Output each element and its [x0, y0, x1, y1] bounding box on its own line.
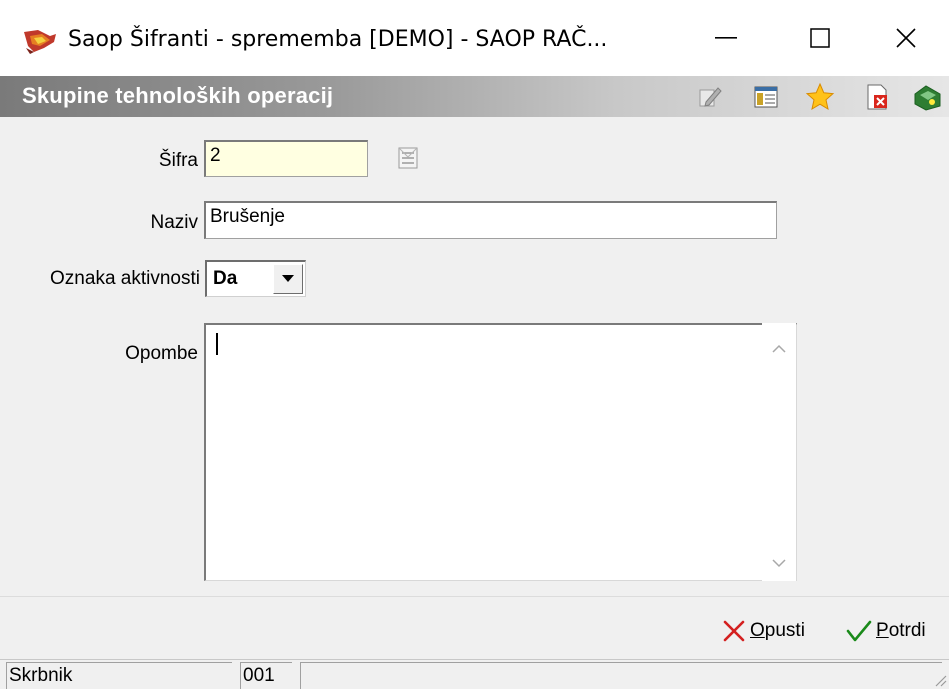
sifra-input[interactable]: 2 — [204, 140, 368, 177]
minimize-button[interactable] — [679, 0, 773, 76]
minimize-icon — [715, 37, 737, 39]
cancel-x-icon — [723, 620, 745, 642]
window-title: Saop Šifranti - sprememba [DEMO] - SAOP … — [68, 27, 608, 52]
confirm-accelerator: P — [876, 620, 889, 641]
naziv-input[interactable]: Brušenje — [204, 201, 777, 239]
opombe-label: Opombe — [125, 343, 198, 364]
chevron-down-icon — [282, 275, 294, 282]
dropdown-button[interactable] — [273, 264, 303, 294]
confirm-label: otrdi — [888, 620, 926, 641]
close-icon — [895, 28, 916, 48]
lookup-icon[interactable] — [396, 145, 420, 171]
saop-app-icon — [24, 30, 56, 54]
form-header: Skupine tehnoloških operacij — [0, 76, 949, 117]
confirm-button[interactable]: Potrdi — [846, 619, 926, 643]
cancel-label: pusti — [764, 620, 805, 641]
oznaka-aktivnosti-select[interactable]: Da — [205, 260, 306, 297]
maximize-button[interactable] — [773, 0, 867, 76]
title-bar: Saop Šifranti - sprememba [DEMO] - SAOP … — [0, 0, 949, 76]
status-code: 001 — [240, 662, 292, 689]
naziv-label: Naziv — [150, 212, 198, 233]
favorite-star-icon[interactable] — [805, 82, 835, 112]
cancel-accelerator: O — [750, 620, 765, 641]
sifra-label: Šifra — [158, 150, 198, 171]
form-title: Skupine tehnoloških operacij — [22, 83, 334, 108]
close-document-icon[interactable] — [862, 82, 892, 112]
status-info — [300, 662, 942, 689]
oznaka-aktivnosti-label: Oznaka aktivnosti — [50, 268, 200, 289]
checkmark-icon — [846, 620, 872, 642]
close-button[interactable] — [862, 0, 949, 76]
opombe-textarea[interactable] — [204, 323, 797, 581]
oznaka-aktivnosti-value: Da — [213, 268, 238, 289]
status-bar: Skrbnik 001 — [0, 659, 949, 689]
maximize-icon — [810, 28, 830, 48]
columns-icon[interactable] — [751, 82, 781, 112]
action-bar: Opusti Potrdi — [0, 596, 949, 662]
cancel-button[interactable]: Opusti — [722, 619, 805, 643]
exit-icon[interactable] — [912, 82, 942, 112]
status-user: Skrbnik — [6, 662, 232, 689]
resize-grip-icon[interactable] — [933, 673, 947, 687]
edit-icon[interactable] — [694, 82, 724, 112]
